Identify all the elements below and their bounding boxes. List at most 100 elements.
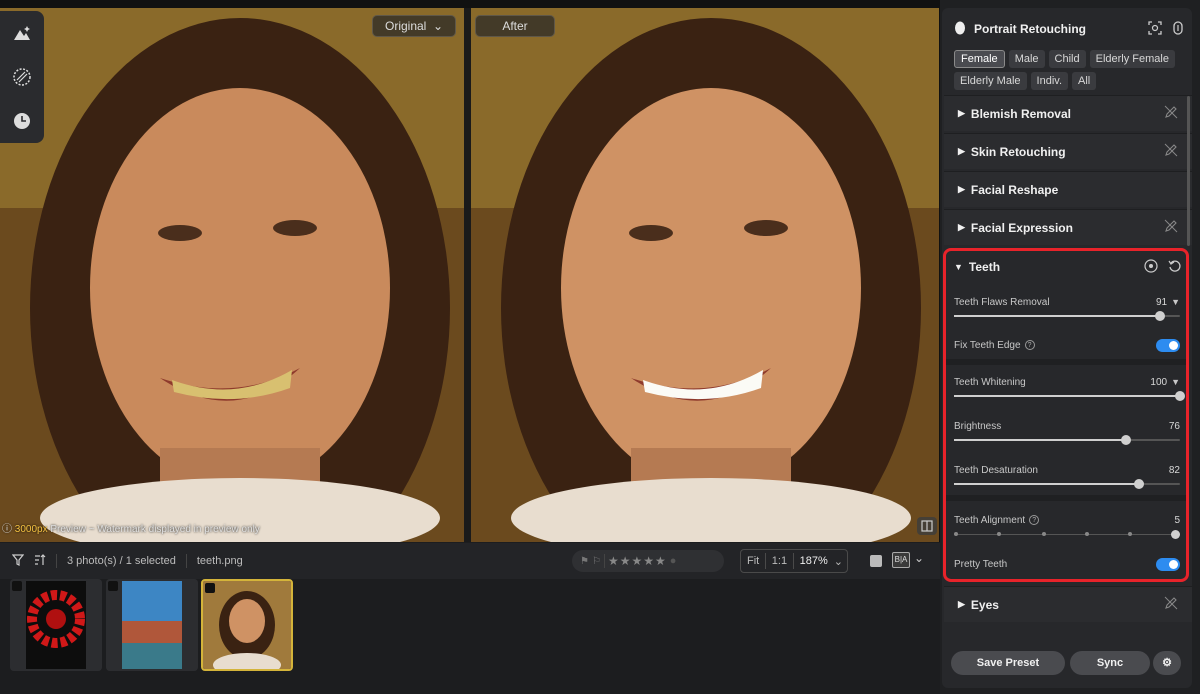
sync-settings-button[interactable]: ⚙: [1153, 651, 1181, 675]
after-label-chip: After: [475, 15, 555, 37]
teeth-alignment-control: Teeth Alignment ? 5: [954, 513, 1180, 539]
chip-female[interactable]: Female: [954, 50, 1005, 68]
chip-elderly-male[interactable]: Elderly Male: [954, 72, 1027, 90]
original-view-dropdown[interactable]: Original ⌄: [372, 15, 456, 37]
history-clock-icon[interactable]: [11, 110, 33, 132]
chip-child[interactable]: Child: [1048, 50, 1086, 68]
before-after-view-button[interactable]: B|A: [892, 552, 910, 568]
slider-label: Teeth Alignment: [954, 514, 1026, 526]
slider-track[interactable]: [954, 391, 1185, 401]
zoom-1to1-button[interactable]: 1:1: [766, 555, 793, 567]
section-facial-expression[interactable]: ▶ Facial Expression: [944, 209, 1192, 245]
section-label: Blemish Removal: [970, 106, 1071, 121]
step-dot[interactable]: [954, 532, 958, 536]
slider-handle[interactable]: [1134, 479, 1145, 489]
body-toggle-icon[interactable]: [1172, 20, 1184, 38]
chip-all[interactable]: All: [1072, 72, 1097, 90]
filmstrip-thumb-woman[interactable]: [201, 579, 293, 671]
zoom-fit-button[interactable]: Fit: [741, 555, 765, 567]
caret-down-icon[interactable]: ▼: [1171, 297, 1180, 307]
section-label: Skin Retouching: [970, 144, 1066, 159]
slider-track[interactable]: [954, 435, 1180, 445]
panel-title: Portrait Retouching: [974, 22, 1087, 36]
slider-value[interactable]: 100: [1150, 377, 1167, 388]
caret-right-icon: ▶: [958, 184, 965, 194]
sort-icon[interactable]: [34, 553, 46, 569]
stepped-slider[interactable]: [954, 530, 1180, 539]
slider-track[interactable]: [954, 479, 1180, 489]
zoom-level-dropdown[interactable]: 187%: [794, 555, 834, 567]
slider-handle[interactable]: [1171, 530, 1180, 539]
slider-track[interactable]: [954, 311, 1180, 321]
caret-right-icon: ▶: [958, 108, 965, 118]
info-icon: ⓘ: [2, 524, 15, 535]
edited-pencil-icon: [205, 583, 215, 593]
filmstrip-thumb-lakeside[interactable]: [106, 579, 198, 671]
caret-right-icon: ▶: [958, 222, 965, 232]
section-blemish-removal[interactable]: ▶ Blemish Removal: [944, 95, 1192, 131]
step-dot[interactable]: [996, 532, 1001, 536]
sync-button[interactable]: Sync: [1070, 651, 1150, 675]
toggle-label: Fix Teeth Edge: [954, 339, 1021, 351]
chip-male[interactable]: Male: [1008, 50, 1045, 68]
pretty-teeth-toggle[interactable]: [1156, 557, 1180, 571]
edit-disabled-icon[interactable]: [1164, 143, 1178, 160]
step-dot[interactable]: [1128, 532, 1133, 536]
landscape-sparkle-icon[interactable]: [11, 22, 33, 44]
caret-down-icon[interactable]: ▼: [1171, 377, 1180, 387]
slider-value[interactable]: 5: [1174, 515, 1180, 526]
edited-pencil-icon: [108, 581, 118, 591]
edit-disabled-icon[interactable]: [1164, 105, 1178, 122]
slider-value[interactable]: 82: [1169, 465, 1180, 476]
edit-disabled-icon[interactable]: [1164, 596, 1178, 613]
star-rating[interactable]: ★★★★★: [608, 554, 667, 568]
chip-elderly-female[interactable]: Elderly Female: [1089, 50, 1175, 68]
section-eyes[interactable]: ▶ Eyes: [944, 586, 1192, 622]
current-filename: teeth.png: [196, 555, 243, 567]
section-divider: [946, 359, 1186, 365]
caret-right-icon: ▶: [958, 146, 965, 156]
help-icon[interactable]: ?: [1029, 515, 1040, 525]
filmstrip-thumb-red-spiral[interactable]: [10, 579, 102, 671]
caret-down-icon: ▼: [954, 262, 963, 272]
step-dot[interactable]: [1042, 532, 1047, 536]
compare-view-button[interactable]: [917, 517, 937, 535]
save-preset-button[interactable]: Save Preset: [951, 651, 1065, 675]
chip-individual[interactable]: Indiv.: [1030, 72, 1069, 90]
teeth-header[interactable]: ▼ Teeth: [954, 257, 1182, 277]
app-window: Original ⌄ After ⓘ 3000px Preview ~ Wate…: [0, 0, 1200, 694]
slider-value[interactable]: 76: [1169, 421, 1180, 432]
reset-icon[interactable]: [1168, 259, 1182, 276]
teeth-desaturation-control: Teeth Desaturation 82: [954, 463, 1180, 489]
slider-handle[interactable]: [1120, 435, 1131, 445]
chevron-down-icon[interactable]: ⌄: [834, 555, 847, 568]
section-skin-retouching[interactable]: ▶ Skin Retouching: [944, 133, 1192, 169]
toolbar-separator: [185, 554, 187, 568]
texture-brush-icon[interactable]: [11, 66, 33, 88]
help-icon[interactable]: ?: [1024, 340, 1035, 350]
eye-preview-icon[interactable]: [1144, 258, 1158, 276]
slider-value[interactable]: 91: [1156, 297, 1167, 308]
fix-teeth-edge-toggle[interactable]: [1156, 338, 1180, 352]
single-view-icon[interactable]: [870, 555, 882, 567]
edited-pencil-icon: [12, 581, 22, 591]
chevron-down-icon[interactable]: ⌄: [914, 551, 924, 565]
slider-fill: [954, 315, 1160, 317]
filter-icon[interactable]: [11, 553, 25, 569]
slider-handle[interactable]: [1175, 391, 1185, 401]
split-divider[interactable]: [464, 8, 471, 542]
step-dot[interactable]: [1085, 532, 1090, 536]
section-facial-reshape[interactable]: ▶ Facial Reshape: [944, 171, 1192, 207]
panel-scrollbar[interactable]: [1187, 96, 1190, 246]
reject-flag-icon[interactable]: ⚐: [592, 556, 601, 567]
slider-handle[interactable]: [1154, 311, 1165, 321]
original-photo: [0, 8, 464, 542]
face-detect-icon[interactable]: [1148, 20, 1162, 38]
watermark-resolution: 3000px: [14, 524, 48, 535]
toolbar-separator: [56, 554, 57, 568]
color-label-icon[interactable]: ●: [670, 555, 677, 567]
slider-label: Brightness: [954, 420, 1002, 432]
edit-disabled-icon[interactable]: [1164, 219, 1178, 236]
flag-icon[interactable]: ⚑: [580, 556, 589, 567]
zoom-controls: Fit 1:1 187% ⌄: [740, 549, 848, 573]
